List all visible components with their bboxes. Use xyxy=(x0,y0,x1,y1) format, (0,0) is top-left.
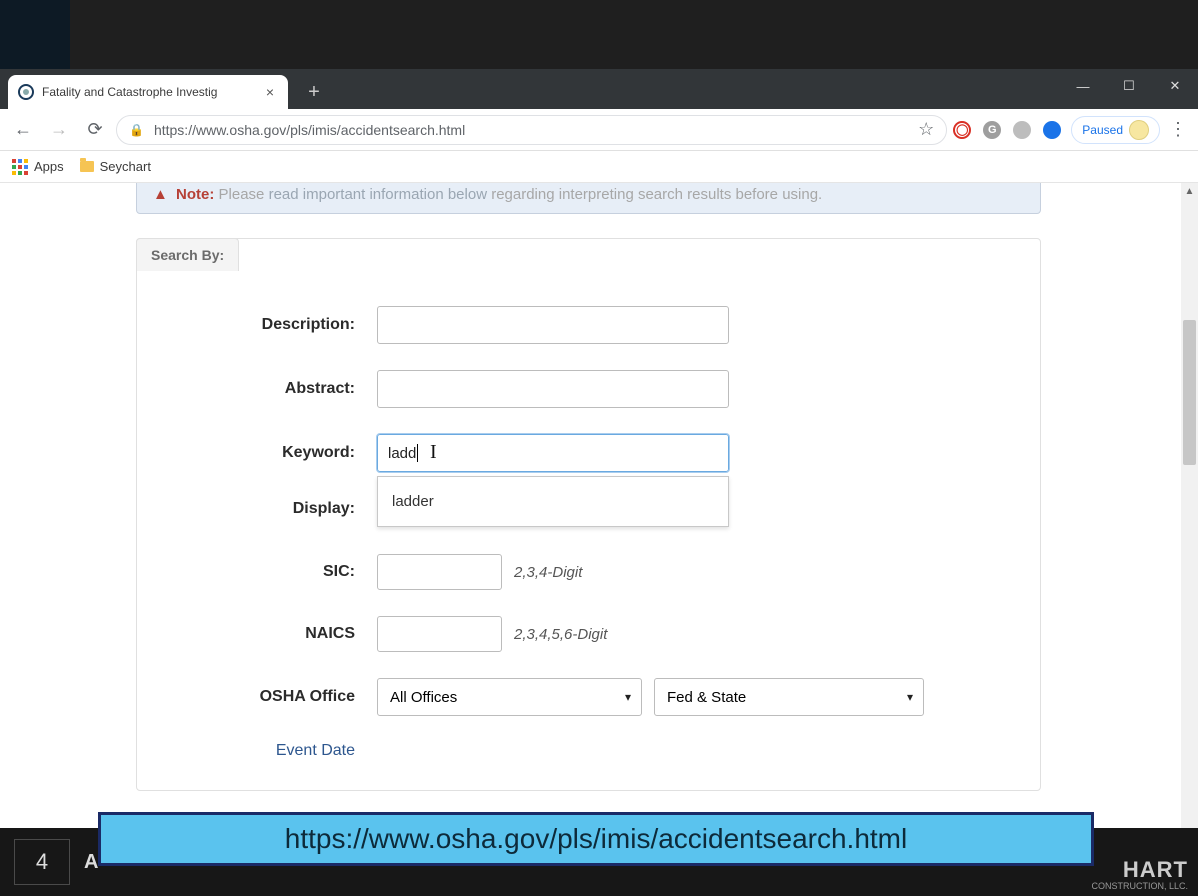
extension-icon-g[interactable]: G xyxy=(983,121,1001,139)
vertical-scrollbar[interactable]: ▲ ▼ xyxy=(1181,183,1198,896)
page-viewport: ▲ Note: Please read important informatio… xyxy=(0,183,1198,896)
extension-icon-grey-dot[interactable] xyxy=(1013,121,1031,139)
label-abstract: Abstract: xyxy=(137,380,377,398)
tab-strip: Fatality and Catastrophe Investig × + — … xyxy=(0,69,1198,109)
browser-window: Fatality and Catastrophe Investig × + — … xyxy=(0,69,1198,896)
close-window-button[interactable]: ✕ xyxy=(1152,69,1198,103)
input-abstract[interactable] xyxy=(377,370,729,408)
autocomplete-option-ladder[interactable]: ladder xyxy=(378,479,728,524)
favicon-icon xyxy=(18,84,34,100)
note-text-post: regarding interpreting search results be… xyxy=(487,186,822,203)
text-cursor-icon: I xyxy=(430,441,437,464)
forward-button[interactable]: → xyxy=(44,115,74,145)
row-sic: SIC: 2,3,4-Digit xyxy=(137,554,1040,590)
bookmarks-bar: Apps Seychart xyxy=(0,151,1198,183)
input-naics[interactable] xyxy=(377,616,502,652)
logo-text-sub: CONSTRUCTION, LLC. xyxy=(1091,882,1188,892)
label-description: Description: xyxy=(137,316,377,334)
page-content[interactable]: ▲ Note: Please read important informatio… xyxy=(0,183,1181,896)
label-event-date[interactable]: Event Date xyxy=(137,742,377,760)
note-link[interactable]: read important information below xyxy=(269,186,487,203)
row-keyword: Keyword: ladd I ladder xyxy=(137,434,1040,472)
apps-grid-icon xyxy=(12,159,28,175)
address-bar: ← → ⟳ 🔒 https://www.osha.gov/pls/imis/ac… xyxy=(0,109,1198,151)
window-controls: — ☐ ✕ xyxy=(1060,69,1198,103)
extension-icon-red-hex[interactable]: ◯ xyxy=(953,121,971,139)
apps-label: Apps xyxy=(34,159,64,174)
desktop-background-top xyxy=(0,0,1198,69)
warning-icon: ▲ xyxy=(153,186,168,203)
logo-text-main: HART xyxy=(1091,858,1188,882)
select-office-value: All Offices xyxy=(390,689,457,706)
select-jurisdiction-value: Fed & State xyxy=(667,689,746,706)
reload-button[interactable]: ⟳ xyxy=(80,115,110,145)
hint-sic: 2,3,4-Digit xyxy=(514,564,582,581)
slide-number: 4 xyxy=(14,839,70,885)
footer-logo: HART CONSTRUCTION, LLC. xyxy=(1091,858,1188,892)
avatar-icon xyxy=(1129,120,1149,140)
input-description[interactable] xyxy=(377,306,729,344)
paused-label: Paused xyxy=(1082,123,1123,137)
label-display: Display: xyxy=(137,500,377,518)
row-osha-office: OSHA Office All Offices Fed & State xyxy=(137,678,1040,716)
select-osha-office[interactable]: All Offices xyxy=(377,678,642,716)
note-banner: ▲ Note: Please read important informatio… xyxy=(136,183,1041,214)
select-jurisdiction[interactable]: Fed & State xyxy=(654,678,924,716)
new-tab-button[interactable]: + xyxy=(300,78,328,106)
extension-icons: ◯ G xyxy=(953,121,1065,139)
input-keyword[interactable]: ladd I xyxy=(377,434,729,472)
keyword-autocomplete: ladder xyxy=(377,476,729,527)
tab-title: Fatality and Catastrophe Investig xyxy=(42,85,254,99)
lock-icon: 🔒 xyxy=(129,123,144,137)
scroll-up-button[interactable]: ▲ xyxy=(1181,183,1198,200)
maximize-button[interactable]: ☐ xyxy=(1106,69,1152,103)
url-field[interactable]: 🔒 https://www.osha.gov/pls/imis/accident… xyxy=(116,115,947,145)
keyword-value: ladd xyxy=(388,445,416,462)
profile-paused-chip[interactable]: Paused xyxy=(1071,116,1160,144)
row-naics: NAICS 2,3,4,5,6-Digit xyxy=(137,616,1040,652)
back-button[interactable]: ← xyxy=(8,115,38,145)
bookmark-label: Seychart xyxy=(100,159,151,174)
label-keyword: Keyword: xyxy=(137,444,377,462)
input-sic[interactable] xyxy=(377,554,502,590)
bookmark-item-seychart[interactable]: Seychart xyxy=(80,159,151,174)
label-osha-office: OSHA Office xyxy=(137,688,377,706)
desktop-background-corner xyxy=(0,0,70,69)
url-text: https://www.osha.gov/pls/imis/accidentse… xyxy=(154,122,908,138)
overlay-url-banner: https://www.osha.gov/pls/imis/accidentse… xyxy=(98,812,1094,866)
hint-naics: 2,3,4,5,6-Digit xyxy=(514,626,607,643)
row-description: Description: xyxy=(137,306,1040,344)
scroll-thumb[interactable] xyxy=(1183,320,1196,465)
search-panel: Search By: Description: Abstract: Keywor… xyxy=(136,238,1041,791)
browser-tab-active[interactable]: Fatality and Catastrophe Investig × xyxy=(8,75,288,109)
extension-icon-blue-dot[interactable] xyxy=(1043,121,1061,139)
search-by-tab: Search By: xyxy=(136,238,239,271)
minimize-button[interactable]: — xyxy=(1060,69,1106,103)
note-text-pre: Please xyxy=(219,186,269,203)
close-tab-icon[interactable]: × xyxy=(262,84,278,100)
label-sic: SIC: xyxy=(137,563,377,581)
row-abstract: Abstract: xyxy=(137,370,1040,408)
bookmark-star-icon[interactable]: ☆ xyxy=(918,119,934,140)
note-label: Note: xyxy=(176,186,214,203)
folder-icon xyxy=(80,161,94,172)
chrome-menu-button[interactable]: ⋮ xyxy=(1166,119,1190,140)
apps-shortcut[interactable]: Apps xyxy=(12,159,64,175)
text-caret xyxy=(417,444,418,462)
label-naics: NAICS xyxy=(137,625,377,643)
row-event-date: Event Date xyxy=(137,742,1040,760)
